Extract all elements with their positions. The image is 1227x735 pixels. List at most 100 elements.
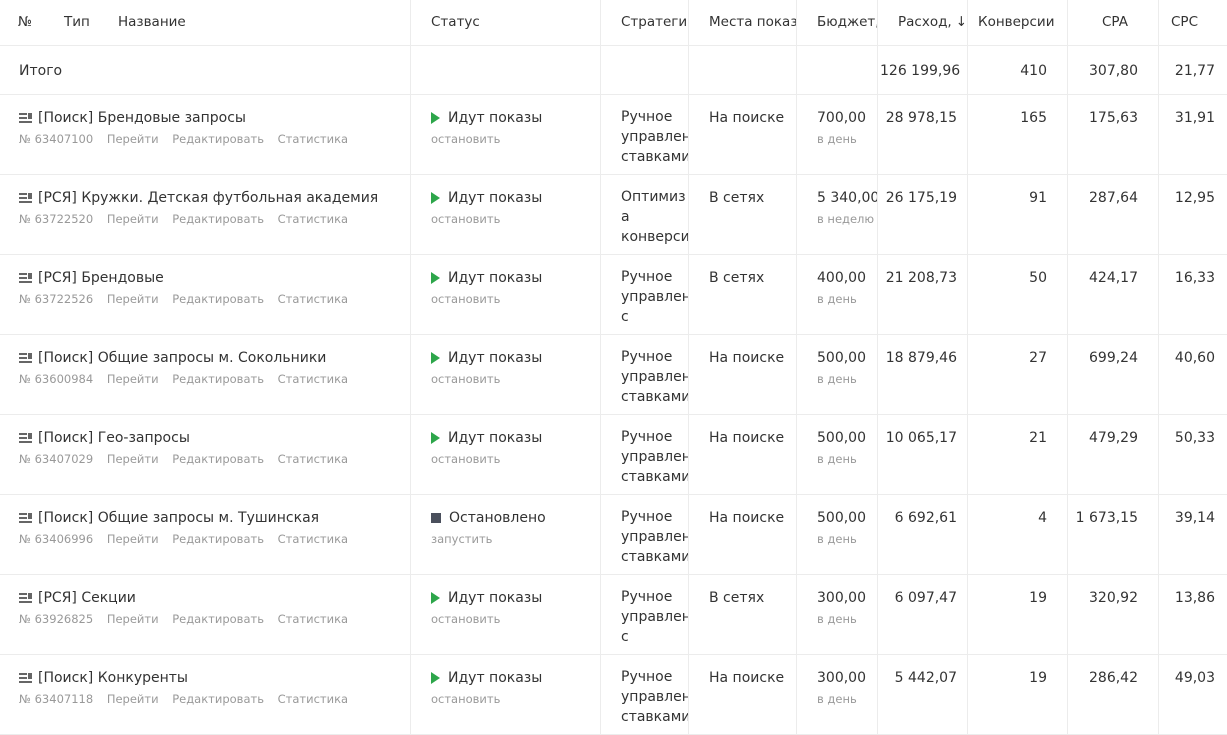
go-link[interactable]: Перейти bbox=[107, 132, 159, 146]
go-link[interactable]: Перейти bbox=[107, 532, 159, 546]
budget-period: в день bbox=[817, 612, 857, 626]
play-icon bbox=[431, 272, 440, 284]
campaign-name[interactable]: [РСЯ] Кружки. Детская футбольная академи… bbox=[38, 190, 378, 206]
go-link[interactable]: Перейти bbox=[107, 212, 159, 226]
budget-value: 500,00 bbox=[817, 430, 866, 446]
budget-period: в день bbox=[817, 692, 857, 706]
stop-link[interactable]: остановить bbox=[431, 612, 600, 626]
total-conversions: 410 bbox=[968, 46, 1068, 94]
edit-link[interactable]: Редактировать bbox=[172, 692, 264, 706]
edit-link[interactable]: Редактировать bbox=[172, 532, 264, 546]
campaign-id: № 63722526 bbox=[19, 292, 94, 306]
header-budget[interactable]: Бюджет, bbox=[797, 0, 878, 45]
campaign-name[interactable]: [РСЯ] Брендовые bbox=[38, 270, 164, 286]
go-link[interactable]: Перейти bbox=[107, 612, 159, 626]
spend-value: 10 065,17 bbox=[878, 415, 968, 494]
spend-value: 6 097,47 bbox=[878, 575, 968, 654]
stop-link[interactable]: остановить bbox=[431, 692, 600, 706]
cpa-value: 320,92 bbox=[1068, 575, 1159, 654]
strategy-text: Ручное управлен ставками bbox=[621, 507, 689, 567]
campaign-name[interactable]: [Поиск] Гео-запросы bbox=[38, 430, 190, 446]
strategy-line: ставками bbox=[621, 549, 689, 565]
stats-link[interactable]: Статистика bbox=[278, 532, 348, 546]
edit-link[interactable]: Редактировать bbox=[172, 452, 264, 466]
budget-period: в день bbox=[817, 292, 857, 306]
header-status[interactable]: Статус bbox=[411, 0, 601, 45]
campaign-name[interactable]: [РСЯ] Секции bbox=[38, 590, 136, 606]
edit-link[interactable]: Редактировать bbox=[172, 292, 264, 306]
budget-value: 300,00 bbox=[817, 590, 866, 606]
spend-value: 26 175,19 bbox=[878, 175, 968, 254]
campaigns-table: № Тип Название Статус Стратегия Места пока… bbox=[0, 0, 1227, 735]
edit-link[interactable]: Редактировать bbox=[172, 372, 264, 386]
text-ad-icon bbox=[19, 672, 32, 684]
stats-link[interactable]: Статистика bbox=[278, 452, 348, 466]
go-link[interactable]: Перейти bbox=[107, 372, 159, 386]
places-text: На поиске bbox=[689, 415, 797, 494]
header-num[interactable]: № bbox=[18, 14, 64, 30]
spend-value: 6 692,61 bbox=[878, 495, 968, 574]
conversions-value: 50 bbox=[968, 255, 1068, 334]
total-spend: 126 199,96 bbox=[878, 46, 968, 94]
text-ad-icon bbox=[19, 192, 32, 204]
spend-value: 28 978,15 bbox=[878, 95, 968, 174]
strategy-line: ставками bbox=[621, 709, 689, 725]
campaign-name[interactable]: [Поиск] Общие запросы м. Сокольники bbox=[38, 350, 326, 366]
cpc-value: 40,60 bbox=[1174, 350, 1215, 366]
places-text: На поиске bbox=[689, 95, 797, 174]
stop-link[interactable]: остановить bbox=[431, 452, 600, 466]
go-link[interactable]: Перейти bbox=[107, 452, 159, 466]
campaign-name[interactable]: [Поиск] Общие запросы м. Тушинская bbox=[38, 510, 319, 526]
campaign-id: № 63600984 bbox=[19, 372, 94, 386]
places-text: В сетях bbox=[689, 575, 797, 654]
stop-link[interactable]: остановить bbox=[431, 372, 600, 386]
cpc-value: 31,91 bbox=[1174, 110, 1215, 126]
header-type[interactable]: Тип bbox=[64, 14, 118, 30]
spend-value: 5 442,07 bbox=[878, 655, 968, 734]
status-text: Идут показы bbox=[448, 110, 543, 126]
strategy-text: Ручное управлен ставками bbox=[621, 347, 688, 407]
stop-link[interactable]: остановить bbox=[431, 132, 600, 146]
places-text: На поиске bbox=[689, 655, 797, 734]
cpc-value: 12,95 bbox=[1174, 190, 1215, 206]
go-link[interactable]: Перейти bbox=[107, 692, 159, 706]
header-spend[interactable]: Расход, ↓ bbox=[878, 0, 968, 45]
budget-value: 500,00 bbox=[817, 510, 866, 526]
stats-link[interactable]: Статистика bbox=[278, 612, 348, 626]
stop-link[interactable]: остановить bbox=[431, 292, 600, 306]
stats-link[interactable]: Статистика bbox=[278, 692, 348, 706]
campaign-id: № 63407100 bbox=[19, 132, 94, 146]
stats-link[interactable]: Статистика bbox=[278, 132, 348, 146]
campaign-name[interactable]: [Поиск] Конкуренты bbox=[38, 670, 188, 686]
cpa-value: 479,29 bbox=[1068, 415, 1159, 494]
stats-link[interactable]: Статистика bbox=[278, 372, 348, 386]
header-cpc[interactable]: CPC bbox=[1159, 0, 1227, 45]
header-cpa[interactable]: CPA bbox=[1068, 0, 1159, 45]
cpa-value: 424,17 bbox=[1068, 255, 1159, 334]
stats-link[interactable]: Статистика bbox=[278, 292, 348, 306]
conversions-value: 165 bbox=[968, 95, 1068, 174]
arrow-down-icon[interactable]: ↓ bbox=[956, 14, 967, 30]
edit-link[interactable]: Редактировать bbox=[172, 212, 264, 226]
campaign-id: № 63722520 bbox=[19, 212, 94, 226]
cpc-value: 49,03 bbox=[1174, 670, 1215, 686]
go-link[interactable]: Перейти bbox=[107, 292, 159, 306]
budget-period: в день bbox=[817, 372, 857, 386]
edit-link[interactable]: Редактировать bbox=[172, 132, 264, 146]
header-name[interactable]: Название bbox=[118, 14, 186, 30]
header-places[interactable]: Места показов bbox=[689, 0, 797, 45]
edit-link[interactable]: Редактировать bbox=[172, 612, 264, 626]
strategy-text: Ручное управлен ставками bbox=[621, 427, 689, 487]
stop-icon bbox=[431, 513, 441, 523]
header-conversions[interactable]: Конверсии bbox=[968, 0, 1068, 45]
table-header: № Тип Название Статус Стратегия Места пока… bbox=[0, 0, 1227, 46]
text-ad-icon bbox=[19, 352, 32, 364]
strategy-line: управлен bbox=[621, 449, 689, 465]
start-link[interactable]: запустить bbox=[431, 532, 600, 546]
play-icon bbox=[431, 112, 440, 124]
campaign-name[interactable]: [Поиск] Брендовые запросы bbox=[38, 110, 246, 126]
stats-link[interactable]: Статистика bbox=[278, 212, 348, 226]
cpa-value: 175,63 bbox=[1068, 95, 1159, 174]
header-strategy[interactable]: Стратегия bbox=[601, 0, 689, 45]
stop-link[interactable]: остановить bbox=[431, 212, 600, 226]
